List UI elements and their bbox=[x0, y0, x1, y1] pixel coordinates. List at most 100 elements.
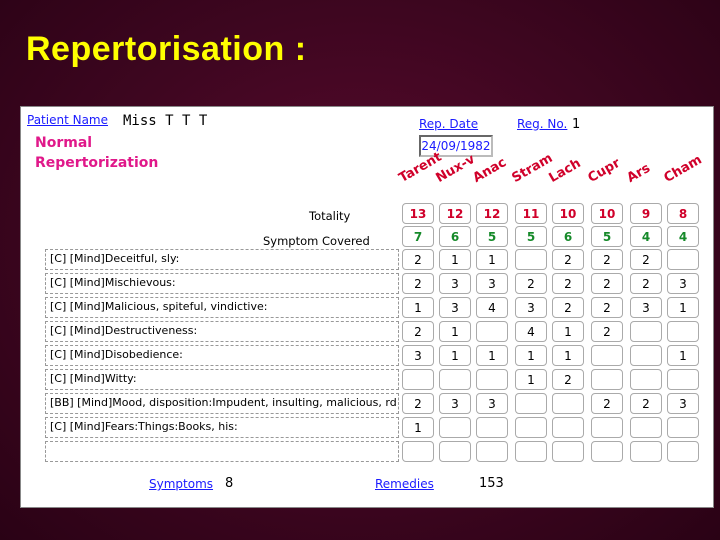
grade-cell[interactable] bbox=[630, 417, 662, 438]
grade-cell[interactable]: 3 bbox=[667, 273, 699, 294]
grade-cell[interactable] bbox=[439, 441, 471, 462]
remedy-header-ars[interactable]: Ars bbox=[625, 161, 653, 186]
grade-cell[interactable]: 3 bbox=[515, 297, 547, 318]
grade-cell[interactable] bbox=[667, 417, 699, 438]
symptom-row-label[interactable]: [C] [Mind]Destructiveness: bbox=[45, 321, 399, 342]
covered-cell[interactable]: 6 bbox=[552, 226, 584, 247]
grade-cell[interactable] bbox=[515, 441, 547, 462]
grade-cell[interactable]: 2 bbox=[552, 249, 584, 270]
grade-cell[interactable]: 2 bbox=[630, 273, 662, 294]
grade-cell[interactable]: 2 bbox=[630, 249, 662, 270]
grade-cell[interactable]: 1 bbox=[476, 249, 508, 270]
grade-cell[interactable] bbox=[402, 369, 434, 390]
remedy-header-cupr[interactable]: Cupr bbox=[586, 156, 623, 186]
grade-cell[interactable]: 2 bbox=[552, 369, 584, 390]
covered-cell[interactable]: 5 bbox=[515, 226, 547, 247]
totality-cell[interactable]: 13 bbox=[402, 203, 434, 224]
grade-cell[interactable]: 3 bbox=[476, 273, 508, 294]
grade-cell[interactable]: 3 bbox=[439, 297, 471, 318]
grade-cell[interactable] bbox=[591, 345, 623, 366]
symptom-row-label[interactable]: [C] [Mind]Deceitful, sly: bbox=[45, 249, 399, 270]
symptom-row-label[interactable]: [C] [Mind]Witty: bbox=[45, 369, 399, 390]
grade-cell[interactable]: 1 bbox=[515, 345, 547, 366]
totality-cell[interactable]: 12 bbox=[439, 203, 471, 224]
grade-cell[interactable]: 1 bbox=[667, 345, 699, 366]
covered-cell[interactable]: 7 bbox=[402, 226, 434, 247]
grade-cell[interactable] bbox=[591, 441, 623, 462]
symptom-row-label[interactable]: [C] [Mind]Fears:Things:Books, his: bbox=[45, 417, 399, 438]
grade-cell[interactable]: 2 bbox=[402, 249, 434, 270]
grade-cell[interactable]: 1 bbox=[439, 345, 471, 366]
grade-cell[interactable]: 4 bbox=[515, 321, 547, 342]
symptom-row-label[interactable]: [C] [Mind]Disobedience: bbox=[45, 345, 399, 366]
grade-cell[interactable]: 3 bbox=[439, 273, 471, 294]
totality-cell[interactable]: 9 bbox=[630, 203, 662, 224]
remedy-header-stram[interactable]: Stram bbox=[510, 151, 556, 186]
totality-cell[interactable]: 12 bbox=[476, 203, 508, 224]
grade-cell[interactable]: 1 bbox=[552, 321, 584, 342]
grade-cell[interactable]: 1 bbox=[439, 249, 471, 270]
grade-cell[interactable]: 1 bbox=[476, 345, 508, 366]
totality-cell[interactable]: 8 bbox=[667, 203, 699, 224]
grade-cell[interactable]: 2 bbox=[591, 321, 623, 342]
symptoms-link[interactable]: Symptoms bbox=[149, 477, 213, 491]
grade-cell[interactable] bbox=[476, 369, 508, 390]
grade-cell[interactable] bbox=[402, 441, 434, 462]
grade-cell[interactable] bbox=[439, 417, 471, 438]
patient-name-label[interactable]: Patient Name bbox=[27, 113, 108, 127]
grade-cell[interactable]: 2 bbox=[552, 297, 584, 318]
covered-cell[interactable]: 4 bbox=[667, 226, 699, 247]
grade-cell[interactable] bbox=[630, 345, 662, 366]
reg-no-label[interactable]: Reg. No. bbox=[517, 117, 567, 131]
covered-cell[interactable]: 4 bbox=[630, 226, 662, 247]
grade-cell[interactable]: 1 bbox=[402, 417, 434, 438]
grade-cell[interactable] bbox=[476, 441, 508, 462]
grade-cell[interactable] bbox=[515, 249, 547, 270]
grade-cell[interactable]: 1 bbox=[515, 369, 547, 390]
grade-cell[interactable]: 1 bbox=[439, 321, 471, 342]
grade-cell[interactable] bbox=[630, 369, 662, 390]
grade-cell[interactable] bbox=[552, 393, 584, 414]
grade-cell[interactable] bbox=[630, 441, 662, 462]
grade-cell[interactable] bbox=[515, 393, 547, 414]
grade-cell[interactable]: 2 bbox=[591, 297, 623, 318]
grade-cell[interactable] bbox=[552, 441, 584, 462]
covered-cell[interactable]: 5 bbox=[476, 226, 508, 247]
grade-cell[interactable]: 3 bbox=[630, 297, 662, 318]
grade-cell[interactable]: 1 bbox=[667, 297, 699, 318]
grade-cell[interactable]: 2 bbox=[552, 273, 584, 294]
grade-cell[interactable]: 2 bbox=[402, 321, 434, 342]
grade-cell[interactable]: 1 bbox=[402, 297, 434, 318]
grade-cell[interactable] bbox=[515, 417, 547, 438]
remedy-header-anac[interactable]: Anac bbox=[471, 155, 510, 186]
grade-cell[interactable] bbox=[667, 369, 699, 390]
grade-cell[interactable]: 4 bbox=[476, 297, 508, 318]
symptom-row-label[interactable] bbox=[45, 441, 399, 462]
grade-cell[interactable] bbox=[667, 441, 699, 462]
grade-cell[interactable] bbox=[591, 369, 623, 390]
grade-cell[interactable] bbox=[476, 321, 508, 342]
grade-cell[interactable]: 2 bbox=[591, 249, 623, 270]
totality-cell[interactable]: 10 bbox=[591, 203, 623, 224]
grade-cell[interactable]: 2 bbox=[591, 273, 623, 294]
grade-cell[interactable]: 2 bbox=[591, 393, 623, 414]
rep-date-label[interactable]: Rep. Date bbox=[419, 117, 478, 131]
remedy-header-cham[interactable]: Cham bbox=[662, 152, 705, 186]
grade-cell[interactable]: 3 bbox=[402, 345, 434, 366]
grade-cell[interactable] bbox=[667, 321, 699, 342]
grade-cell[interactable]: 1 bbox=[552, 345, 584, 366]
totality-cell[interactable]: 10 bbox=[552, 203, 584, 224]
grade-cell[interactable] bbox=[552, 417, 584, 438]
covered-cell[interactable]: 6 bbox=[439, 226, 471, 247]
grade-cell[interactable] bbox=[591, 417, 623, 438]
remedies-link[interactable]: Remedies bbox=[375, 477, 434, 491]
grade-cell[interactable]: 3 bbox=[667, 393, 699, 414]
grade-cell[interactable]: 2 bbox=[630, 393, 662, 414]
grade-cell[interactable]: 2 bbox=[402, 393, 434, 414]
grade-cell[interactable]: 3 bbox=[476, 393, 508, 414]
grade-cell[interactable] bbox=[476, 417, 508, 438]
symptom-row-label[interactable]: [C] [Mind]Malicious, spiteful, vindictiv… bbox=[45, 297, 399, 318]
totality-cell[interactable]: 11 bbox=[515, 203, 547, 224]
covered-cell[interactable]: 5 bbox=[591, 226, 623, 247]
grade-cell[interactable]: 3 bbox=[439, 393, 471, 414]
